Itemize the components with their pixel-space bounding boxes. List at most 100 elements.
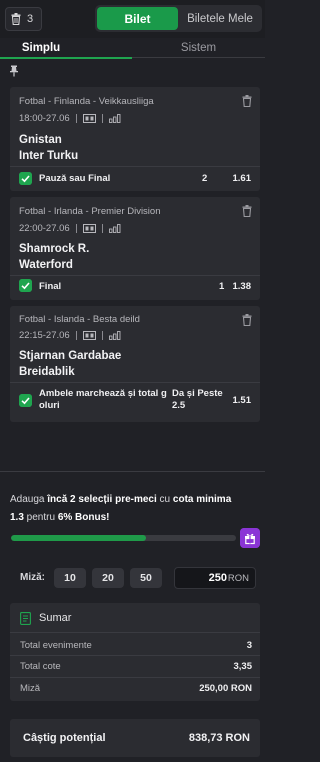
stats-icon[interactable]: [108, 331, 121, 340]
bet-market-line: oluri: [39, 400, 60, 411]
promo-text: cu: [156, 494, 173, 505]
trash-icon: [11, 13, 21, 25]
stake-amount: 250: [208, 572, 227, 584]
divider: [10, 677, 260, 678]
bet-odd: 1.61: [232, 173, 252, 184]
gift-icon[interactable]: [240, 528, 260, 548]
betslip-toggle: Bilet Biletele Mele: [95, 5, 262, 32]
tab-system[interactable]: Sistem: [132, 38, 265, 58]
bet-selection: 2: [202, 173, 208, 184]
promo-highlight: 6% Bonus: [57, 512, 107, 523]
bet-card: Fotbal - Finlanda - Veikkausliiga 18:00-…: [10, 87, 260, 191]
bet-time-row: 22:00-27.06: [19, 223, 121, 234]
promo-highlight: cota minima: [172, 494, 232, 505]
checkbox-icon[interactable]: [19, 172, 32, 185]
summary-label: Total cote: [20, 661, 61, 672]
team-away: Inter Turku: [19, 150, 79, 162]
bet-count: 3: [27, 13, 34, 25]
team-home: Gnistan: [19, 134, 62, 146]
summary-label: Miză: [20, 683, 41, 694]
tab-betslip[interactable]: Bilet: [97, 7, 178, 30]
section-divider: [0, 471, 265, 472]
promo-text: Adauga: [10, 494, 48, 505]
separator: [75, 114, 77, 123]
stake-chip-50[interactable]: 50: [130, 568, 162, 588]
bet-market: Pauză sau Final: [39, 173, 111, 184]
checkbox-icon[interactable]: [19, 394, 32, 407]
payout-label: Câștig potențial: [23, 732, 106, 744]
team-away: Waterford: [19, 259, 73, 271]
divider: [10, 166, 260, 167]
payout-value: 838,73 RON: [188, 732, 250, 744]
team-home: Stjarnan Gardabae: [19, 350, 122, 362]
bet-league: Fotbal - Islanda - Besta deild: [19, 314, 140, 325]
stake-label: Miză:: [20, 572, 45, 583]
summary-row: Total cote 3,35: [20, 661, 252, 672]
summary-row: Total evenimente 3: [20, 640, 252, 651]
summary-row: Miză 250,00 RON: [20, 683, 252, 694]
checkbox-icon[interactable]: [19, 279, 32, 292]
bet-market: Final: [39, 281, 62, 292]
bet-card: Fotbal - Irlanda - Premier Division 22:0…: [10, 197, 260, 300]
stats-icon[interactable]: [108, 114, 121, 123]
separator: [101, 114, 103, 123]
promo-highlight: încă 2 selecții pre-meci: [47, 494, 157, 505]
bet-odd: 1.38: [232, 281, 252, 292]
bet-time-row: 18:00-27.06: [19, 113, 121, 124]
bonus-promo: Adauga încă 2 selecții pre-meci cu cota …: [10, 491, 255, 527]
divider: [10, 655, 260, 656]
bet-time: 22:00-27.06: [19, 223, 70, 234]
team-away: Breidablik: [19, 366, 75, 378]
summary-label: Total evenimente: [20, 640, 92, 651]
tab-divider: [132, 57, 265, 58]
stake-currency: RON: [227, 573, 249, 584]
divider: [10, 275, 260, 276]
bonus-progress-fill: [11, 535, 146, 541]
stats-icon[interactable]: [108, 224, 121, 233]
bet-card: Fotbal - Islanda - Besta deild 22:15-27.…: [10, 306, 260, 422]
bet-selection: 1: [219, 281, 225, 292]
separator: [101, 331, 103, 340]
scoreboard-icon[interactable]: [82, 224, 96, 233]
potential-payout: Câștig potențial 838,73 RON: [10, 719, 260, 757]
bet-selection-line: Da și Peste: [172, 388, 223, 399]
top-bar: 3 Bilet Biletele Mele: [0, 0, 265, 38]
pin-icon[interactable]: [9, 65, 19, 77]
trash-icon[interactable]: [242, 314, 252, 326]
stake-chip-20[interactable]: 20: [92, 568, 124, 588]
separator: [75, 224, 77, 233]
bet-market: Ambele marchează și total g oluri: [39, 388, 179, 412]
bonus-progress-bar: [11, 535, 236, 541]
summary-value: 3: [246, 640, 252, 651]
bet-odd: 1.51: [232, 395, 252, 406]
bet-league: Fotbal - Irlanda - Premier Division: [19, 206, 161, 217]
receipt-icon: [20, 612, 31, 625]
promo-text: pentru: [23, 512, 58, 523]
separator: [101, 224, 103, 233]
scoreboard-icon[interactable]: [82, 331, 96, 340]
stake-row: Miză: 10 20 50 250 RON: [10, 565, 260, 591]
divider: [10, 632, 260, 633]
bet-type-tabs: Simplu Sistem: [0, 38, 265, 58]
tab-my-bets[interactable]: Biletele Mele: [180, 7, 260, 30]
clear-betslip-button[interactable]: 3: [5, 7, 42, 31]
bet-market-line: Ambele marchează și total g: [39, 388, 167, 399]
bet-league: Fotbal - Finlanda - Veikkausliiga: [19, 96, 154, 107]
trash-icon[interactable]: [242, 95, 252, 107]
divider: [10, 382, 260, 383]
promo-text: !: [106, 512, 110, 523]
scoreboard-icon[interactable]: [82, 114, 96, 123]
bet-selection: Da și Peste 2.5: [172, 388, 223, 412]
bet-time-row: 22:15-27.06: [19, 330, 121, 341]
summary-title: Sumar: [39, 612, 72, 624]
summary-value: 3,35: [233, 661, 253, 672]
stake-input[interactable]: 250 RON: [174, 567, 256, 589]
separator: [75, 331, 77, 340]
bet-summary: Sumar Total evenimente 3 Total cote 3,35…: [10, 603, 260, 701]
bet-time: 22:15-27.06: [19, 330, 70, 341]
active-tab-indicator: [0, 57, 132, 59]
stake-chip-10[interactable]: 10: [54, 568, 86, 588]
tab-simple[interactable]: Simplu: [0, 38, 82, 58]
bet-time: 18:00-27.06: [19, 113, 70, 124]
trash-icon[interactable]: [242, 205, 252, 217]
